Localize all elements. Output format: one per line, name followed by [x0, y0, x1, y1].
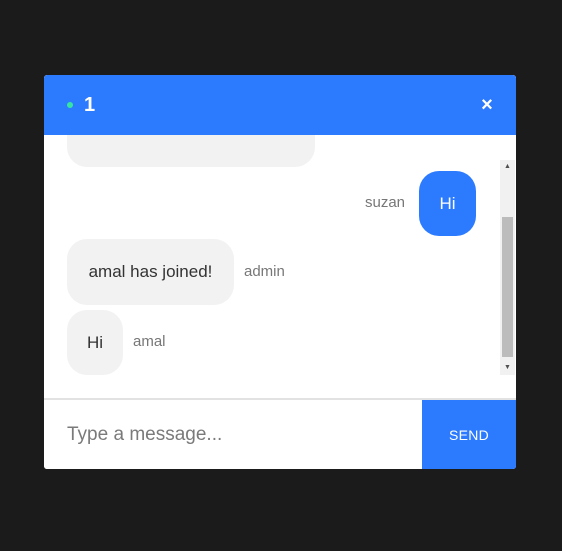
message-bubble-own: Hi: [419, 171, 476, 236]
send-button[interactable]: SEND: [422, 400, 516, 469]
message-composer: SEND: [44, 400, 516, 469]
room-user-count: 1: [84, 94, 96, 116]
scrollbar-thumb[interactable]: [502, 217, 513, 357]
close-button[interactable]: ×: [478, 93, 496, 117]
scroll-up-arrow-icon[interactable]: ▲: [500, 160, 515, 174]
message-sender: admin: [244, 263, 285, 280]
chat-window: 1 × suzan Hi amal has joined! admin Hi a…: [44, 75, 516, 469]
online-status-dot-icon: [67, 102, 73, 108]
message-list[interactable]: suzan Hi amal has joined! admin Hi amal …: [44, 135, 516, 398]
scroll-down-arrow-icon[interactable]: ▼: [500, 361, 515, 375]
message-list-scrollbar[interactable]: ▲ ▼: [500, 160, 515, 375]
message-sender: suzan: [365, 194, 406, 211]
previous-message-bubble: [67, 135, 315, 167]
chat-header: 1 ×: [44, 75, 516, 135]
message-sender: amal: [133, 333, 166, 350]
message-bubble: Hi: [67, 310, 123, 375]
message-bubble: amal has joined!: [67, 239, 234, 305]
message-input[interactable]: [44, 400, 422, 469]
